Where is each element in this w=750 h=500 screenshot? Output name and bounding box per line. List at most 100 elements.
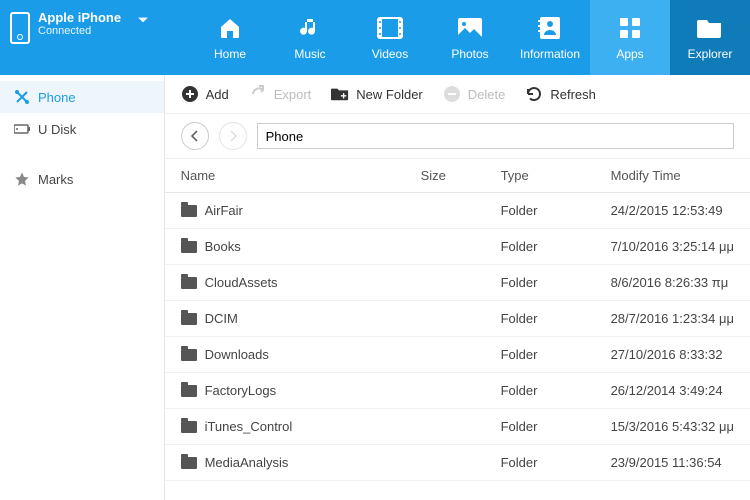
add-button[interactable]: Add [181,85,229,103]
nav-photos[interactable]: Photos [430,0,510,75]
table-row[interactable]: FactoryLogs Folder26/12/2014 3:49:24 [165,373,750,409]
photos-icon [456,15,484,41]
disk-icon [14,121,30,137]
nav-forward-button[interactable] [219,122,247,150]
export-icon [249,85,267,103]
folder-icon [181,457,197,469]
nav-music[interactable]: Music [270,0,350,75]
nav-videos-label: Videos [372,47,408,61]
file-name: Books [205,239,241,254]
sidebar-phone-label: Phone [38,90,76,105]
nav-explorer[interactable]: Explorer [670,0,750,75]
device-name: Apple iPhone [38,10,121,25]
file-time: 27/10/2016 8:33:32 [611,347,734,362]
file-time: 15/3/2016 5:43:32 μμ [611,419,734,434]
sidebar: Phone U Disk Marks [0,75,165,500]
add-label: Add [206,87,229,102]
explorer-icon [696,15,724,41]
path-input[interactable] [257,123,734,149]
table-row[interactable]: MediaAnalysis Folder23/9/2015 11:36:54 [165,445,750,481]
toolbar: Add Export New Folder Delete Refresh [165,75,750,114]
device-status: Connected [38,25,121,37]
sidebar-item-udisk[interactable]: U Disk [0,113,164,145]
nav-information[interactable]: Information [510,0,590,75]
videos-icon [376,15,404,41]
nav-apps-label: Apps [616,47,643,61]
file-type: Folder [501,311,611,326]
information-icon [536,15,564,41]
file-name: FactoryLogs [205,383,277,398]
nav-information-label: Information [520,47,580,61]
delete-label: Delete [468,87,506,102]
col-header-size[interactable]: Size [421,168,501,183]
new-folder-button[interactable]: New Folder [331,85,422,103]
tools-icon [14,89,30,105]
refresh-label: Refresh [550,87,596,102]
table-row[interactable]: AirFair Folder24/2/2015 12:53:49 [165,193,750,229]
export-label: Export [274,87,312,102]
file-name: iTunes_Control [205,419,293,434]
table-row[interactable]: Downloads Folder27/10/2016 8:33:32 [165,337,750,373]
file-name: MediaAnalysis [205,455,289,470]
folder-icon [181,277,197,289]
new-folder-label: New Folder [356,87,422,102]
folder-icon [181,421,197,433]
table-row[interactable]: iTunes_Control Folder15/3/2016 5:43:32 μμ [165,409,750,445]
export-button[interactable]: Export [249,85,312,103]
sidebar-marks-label: Marks [38,172,73,187]
table-row[interactable]: Books Folder7/10/2016 3:25:14 μμ [165,229,750,265]
device-selector[interactable]: Apple iPhone Connected [0,0,165,75]
col-header-name[interactable]: Name [181,168,421,183]
table-header: Name Size Type Modify Time [165,159,750,193]
refresh-icon [525,85,543,103]
folder-icon [181,349,197,361]
folder-icon [181,313,197,325]
file-name: CloudAssets [205,275,278,290]
sidebar-udisk-label: U Disk [38,122,76,137]
sidebar-item-phone[interactable]: Phone [0,81,164,113]
folder-icon [181,241,197,253]
nav-music-label: Music [294,47,325,61]
file-table: Name Size Type Modify Time AirFair Folder… [165,159,750,500]
file-time: 23/9/2015 11:36:54 [611,455,734,470]
file-type: Folder [501,419,611,434]
file-time: 7/10/2016 3:25:14 μμ [611,239,734,254]
home-icon [216,15,244,41]
star-icon [14,171,30,187]
phone-device-icon [10,12,30,44]
nav-home-label: Home [214,47,246,61]
delete-icon [443,85,461,103]
col-header-type[interactable]: Type [501,168,611,183]
nav-apps[interactable]: Apps [590,0,670,75]
file-name: Downloads [205,347,269,362]
file-type: Folder [501,275,611,290]
file-type: Folder [501,347,611,362]
file-type: Folder [501,203,611,218]
top-nav: Home Music Videos Photos Information App… [190,0,750,75]
file-time: 8/6/2016 8:26:33 πμ [611,275,734,290]
file-time: 24/2/2015 12:53:49 [611,203,734,218]
nav-home[interactable]: Home [190,0,270,75]
app-header: Apple iPhone Connected Home Music Videos… [0,0,750,75]
file-name: DCIM [205,311,238,326]
plus-circle-icon [181,85,199,103]
folder-icon [181,385,197,397]
file-type: Folder [501,239,611,254]
delete-button[interactable]: Delete [443,85,506,103]
music-icon [296,15,324,41]
col-header-time[interactable]: Modify Time [611,168,734,183]
nav-back-button[interactable] [181,122,209,150]
refresh-button[interactable]: Refresh [525,85,596,103]
nav-explorer-label: Explorer [688,47,733,61]
file-time: 28/7/2016 1:23:34 μμ [611,311,734,326]
file-type: Folder [501,455,611,470]
table-row[interactable]: DCIM Folder28/7/2016 1:23:34 μμ [165,301,750,337]
sidebar-item-marks[interactable]: Marks [0,163,164,195]
folder-icon [181,205,197,217]
path-bar [165,114,750,159]
file-type: Folder [501,383,611,398]
file-name: AirFair [205,203,243,218]
file-time: 26/12/2014 3:49:24 [611,383,734,398]
nav-videos[interactable]: Videos [350,0,430,75]
table-row[interactable]: CloudAssets Folder8/6/2016 8:26:33 πμ [165,265,750,301]
